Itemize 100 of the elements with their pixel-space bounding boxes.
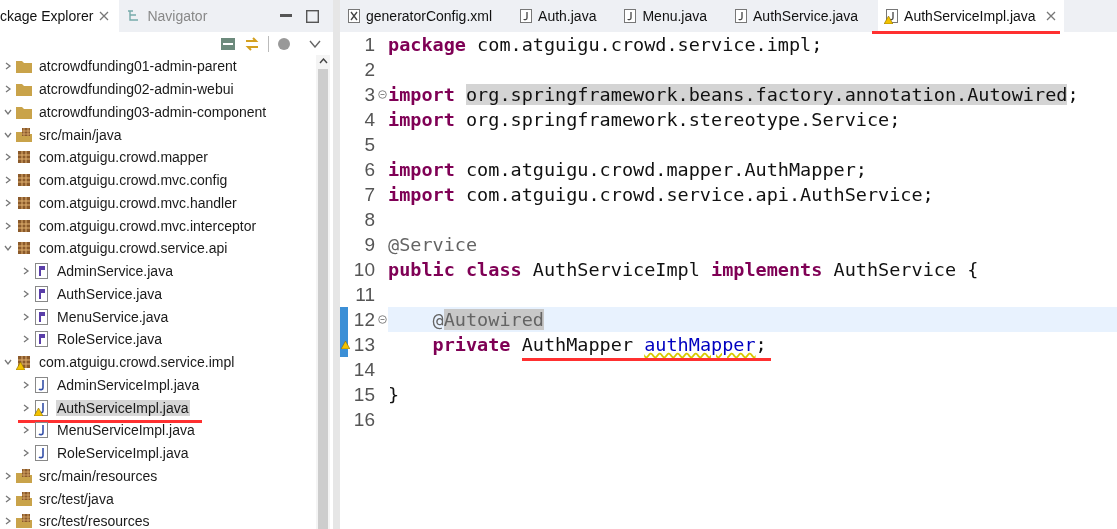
expand-chevron-icon[interactable] [4,153,12,162]
tree-item[interactable]: com.atguigu.crowd.mapper [38,149,209,166]
line-number: 3 [364,83,376,107]
tree-item[interactable]: RoleService.java [56,331,164,348]
expand-chevron-icon[interactable] [4,358,12,367]
package-folder-icon [16,127,32,142]
expand-chevron-icon[interactable] [22,449,30,458]
java-file-icon [35,422,49,439]
line-number: 15 [353,383,376,407]
expand-chevron-icon[interactable] [4,85,12,94]
tree-item[interactable]: com.atguigu.crowd.mvc.handler [38,194,238,211]
line-number: 6 [364,158,376,182]
line-number: 5 [364,133,376,157]
line-number: 10 [353,258,376,282]
tree-item[interactable]: src/test/resources [38,513,151,529]
folder-icon [16,59,32,74]
tree-item[interactable]: com.atguigu.crowd.service.impl [38,354,236,371]
expand-chevron-icon[interactable] [22,267,30,276]
expand-chevron-icon[interactable] [22,335,30,344]
java-file-icon [35,445,49,462]
fold-toggle-icon[interactable] [377,315,387,324]
line-number: 8 [364,208,376,232]
expand-chevron-icon[interactable] [22,426,30,435]
fold-toggle-icon[interactable] [377,90,387,99]
code-line: @Autowired [431,308,544,332]
tree-item[interactable]: com.atguigu.crowd.service.api [38,240,229,257]
close-icon[interactable] [99,11,110,21]
tree-item[interactable]: atcrowdfunding02-admin-webui [38,81,235,98]
collapse-all-icon[interactable] [220,36,236,51]
expand-chevron-icon[interactable] [22,312,30,321]
expand-chevron-icon[interactable] [4,471,12,480]
tree-item[interactable]: MenuService.java [56,308,170,325]
maximize-icon[interactable] [306,9,319,23]
line-number: 2 [364,58,376,82]
expand-chevron-icon[interactable] [22,289,30,298]
focus-icon[interactable] [277,36,291,51]
package-icon [17,218,31,233]
code-line: } [388,384,400,405]
scrollbar[interactable] [316,55,330,529]
code-line: import com.atguigu.crowd.mapper.AuthMapper; [388,159,867,180]
interface-file-icon [35,308,49,325]
expand-chevron-icon[interactable] [4,221,12,230]
expand-chevron-icon[interactable] [4,107,12,116]
code-line: @Service [388,234,478,255]
code-line: import com.atguigu.crowd.service.api.AuthService; [388,184,934,205]
minimize-icon[interactable] [280,14,292,18]
interface-file-icon [35,263,49,280]
close-icon[interactable] [1045,11,1056,21]
package-folder-icon [16,468,32,483]
editor-tab[interactable]: Auth.java [512,0,605,32]
package-icon [17,173,31,188]
tree-item[interactable]: RoleServiceImpl.java [56,445,190,462]
line-number: 7 [364,183,376,207]
view-menu-icon[interactable] [309,39,321,48]
folder-icon [16,82,32,97]
line-number: 14 [353,358,376,382]
code-line: import org.springframework.stereotype.Service; [388,109,901,130]
line-number: 11 [355,283,376,307]
tree-item[interactable]: AuthService.java [56,285,164,302]
tree-item[interactable]: com.atguigu.crowd.mvc.config [38,172,229,189]
tree-item[interactable]: src/main/java [38,126,123,143]
editor-tab[interactable]: generatorConfig.xml [340,0,501,32]
folder-icon [16,104,32,119]
tree-item[interactable]: atcrowdfunding01-admin-parent [38,58,238,75]
tree-item[interactable]: AdminServiceImpl.java [56,376,201,393]
tree-item[interactable]: MenuServiceImpl.java [56,422,196,439]
tree-item[interactable]: AuthServiceImpl.java [56,399,190,416]
interface-file-icon [35,331,49,348]
expand-chevron-icon[interactable] [22,380,30,389]
xml-file-icon [349,10,359,22]
expand-chevron-icon[interactable] [4,62,12,71]
tree-item[interactable]: atcrowdfunding03-admin-component [38,103,268,120]
interface-file-icon [35,285,49,302]
java-file-icon [35,376,49,393]
tree-item[interactable]: src/main/resources [38,467,159,484]
code-line: private AuthMapper authMapper; [431,333,767,357]
expand-chevron-icon[interactable] [4,198,12,207]
package-icon [17,195,31,210]
editor-tab[interactable]: Menu.java [616,0,716,32]
view-tab[interactable]: ckage Explorer [0,0,120,32]
package-folder-icon [16,514,32,529]
tree-item[interactable]: src/test/java [38,490,115,507]
code-line: public class AuthServiceImpl implements AuthService { [388,259,979,280]
expand-chevron-icon[interactable] [22,403,30,412]
expand-chevron-icon[interactable] [4,176,12,185]
package-folder-icon [16,491,32,506]
link-arrows-icon[interactable] [244,35,260,52]
line-number: 16 [353,408,376,432]
line-number: 1 [364,33,376,57]
editor-tab[interactable]: AuthServiceImpl.java [878,0,1064,32]
expand-chevron-icon[interactable] [4,244,12,253]
tree-item[interactable]: com.atguigu.crowd.mvc.interceptor [38,217,258,234]
line-number: 4 [364,108,376,132]
tree-item[interactable]: AdminService.java [56,263,174,280]
expand-chevron-icon[interactable] [4,494,12,503]
expand-chevron-icon[interactable] [4,517,12,526]
line-number: 9 [364,233,376,257]
editor-tab[interactable]: AuthService.java [727,0,867,32]
line-number: 13 [353,333,376,357]
expand-chevron-icon[interactable] [4,130,12,139]
